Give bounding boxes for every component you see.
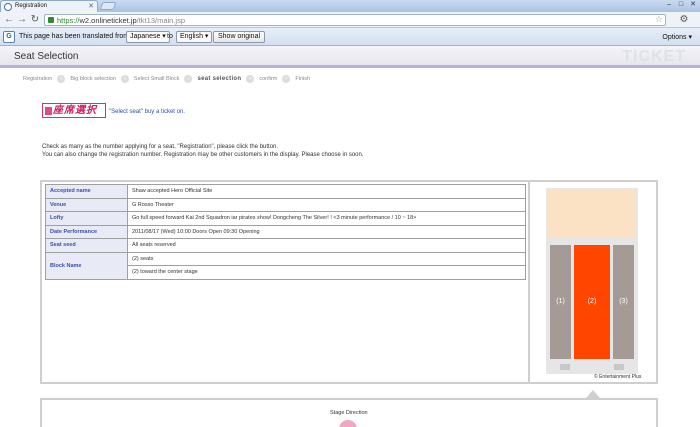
seat-block-3[interactable]: (3): [613, 245, 634, 359]
bookmark-star-icon[interactable]: ☆: [655, 14, 663, 25]
table-row: Date Performance 2011/08/17 (Wed) 10:00 …: [45, 224, 526, 239]
table-row: Block Name (2) seats: [45, 251, 526, 280]
entrance-marker: [614, 364, 624, 370]
step-arrow-icon: ›: [282, 75, 291, 83]
translate-prefix: This page has been translated from: [19, 33, 130, 40]
description-line-1: Check as many as the number applying for…: [42, 144, 279, 150]
copyright-text: © Entertainment Plus: [594, 374, 642, 380]
step-seat-selection: seat selection: [197, 76, 242, 82]
select-seat-instruction: "Select seat" buy a ticket on.: [109, 109, 185, 115]
step-confirm: confirm: [259, 76, 278, 82]
window-controls: – □ ✕: [664, 0, 698, 9]
seat-detail-panel: Stage Direction: [40, 398, 658, 427]
target-language-select[interactable]: English ▾: [176, 31, 213, 43]
step-small-block: Select Small Block: [133, 76, 180, 82]
step-arrow-icon: ›: [120, 75, 129, 83]
close-tab-icon[interactable]: ✕: [88, 1, 94, 12]
step-registration: Registration: [23, 76, 53, 82]
entrance-marker: [560, 364, 570, 370]
lock-icon: [48, 17, 54, 23]
venue-label: Venue: [45, 197, 128, 212]
table-row: Accepted name Shaw accepted Hero Officia…: [45, 184, 526, 199]
step-big-block: Big block selection: [70, 76, 116, 82]
seat-block-2-selected[interactable]: (2): [574, 245, 610, 359]
target-language-value: English: [180, 33, 203, 40]
address-bar[interactable]: https://w2.onlineticket.jp/tkt13/main.js…: [44, 14, 666, 26]
translate-to-label: to: [167, 33, 173, 40]
wrench-icon[interactable]: ⚙: [678, 14, 690, 26]
close-window-icon[interactable]: ✕: [688, 0, 698, 9]
show-original-button[interactable]: Show original: [213, 31, 266, 43]
seat-block-1[interactable]: (1): [550, 245, 571, 359]
step-arrow-icon: ›: [184, 75, 193, 83]
panel-divider: [528, 182, 530, 382]
new-tab-button[interactable]: [99, 2, 117, 10]
performance-info-table: Accepted name Shaw accepted Hero Officia…: [45, 184, 526, 280]
block-name-label: Block Name: [45, 251, 128, 280]
panel-pointer-arrow: [586, 390, 600, 398]
forward-icon[interactable]: →: [16, 14, 28, 26]
translate-icon: G: [3, 31, 15, 43]
url-host: w2.onlineticket.jp: [79, 16, 137, 25]
seat-map: (1) (2) (3): [546, 188, 638, 374]
step-arrow-icon: ›: [57, 75, 66, 83]
minimize-icon[interactable]: –: [664, 0, 674, 9]
venue-value: G Rosso Theater: [127, 197, 526, 212]
description-line-2: You can also change the registration num…: [42, 152, 364, 158]
performance-info-panel: Accepted name Shaw accepted Hero Officia…: [40, 180, 658, 384]
lofty-label: Lofty: [45, 211, 128, 226]
table-row: Lofty Go full speed forward Kai 2nd Squa…: [45, 211, 526, 226]
seat-badge-text: 座席選択: [53, 105, 97, 116]
block-name-value-2: (2) toward the center stage: [127, 265, 526, 280]
back-icon[interactable]: ←: [3, 14, 15, 26]
table-row: Seat seed All seats reserved: [45, 238, 526, 253]
page-header: Seat Selection TICKET: [0, 46, 700, 68]
source-language-select[interactable]: Japanese ▾: [126, 31, 170, 43]
browser-toolbar: ← → ↻ https://w2.onlineticket.jp/tkt13/m…: [0, 12, 700, 28]
accepted-name-label: Accepted name: [45, 184, 128, 199]
stage-direction-label: Stage Direction: [330, 410, 368, 416]
source-language-value: Japanese: [130, 33, 161, 40]
browser-tab[interactable]: Registration ✕: [0, 0, 98, 12]
url-path: /tkt13/main.jsp: [136, 16, 185, 25]
translate-options-label: Options: [662, 34, 687, 41]
maximize-icon[interactable]: □: [676, 0, 686, 9]
accepted-name-value: Shaw accepted Hero Official Site: [127, 184, 526, 199]
stage-direction-icon: [339, 420, 357, 427]
step-finish: Finish: [295, 76, 311, 82]
translate-bar: G This page has been translated from Jap…: [0, 28, 700, 46]
tab-title: Registration: [15, 3, 48, 9]
browser-tab-bar: Registration ✕ – □ ✕: [0, 0, 700, 12]
translate-options-menu[interactable]: Options ▾: [662, 33, 692, 41]
page-title: Seat Selection: [14, 51, 79, 62]
date-label: Date Performance: [45, 224, 128, 239]
seat-seed-label: Seat seed: [45, 238, 128, 253]
stage-area: [548, 190, 636, 237]
step-arrow-icon: ›: [246, 75, 255, 83]
table-row: Venue G Rosso Theater: [45, 197, 526, 212]
lofty-value: Go full speed forward Kai 2nd Squadron i…: [127, 211, 526, 226]
description: Check as many as the number applying for…: [42, 143, 364, 159]
block-name-value-1: (2) seats: [127, 251, 526, 266]
progress-steps: Registration › Big block selection › Sel…: [18, 75, 315, 83]
reload-icon[interactable]: ↻: [29, 14, 41, 26]
seat-seed-value: All seats reserved: [127, 238, 526, 253]
url-protocol: https://: [57, 16, 80, 25]
seat-selection-badge: 座席選択: [42, 103, 106, 118]
date-value: 2011/08/17 (Wed) 10:00 Doors Open 09:30 …: [127, 224, 526, 239]
brand-logo: TICKET: [622, 48, 686, 65]
favicon-icon: [4, 3, 12, 11]
seat-icon: [45, 107, 52, 115]
